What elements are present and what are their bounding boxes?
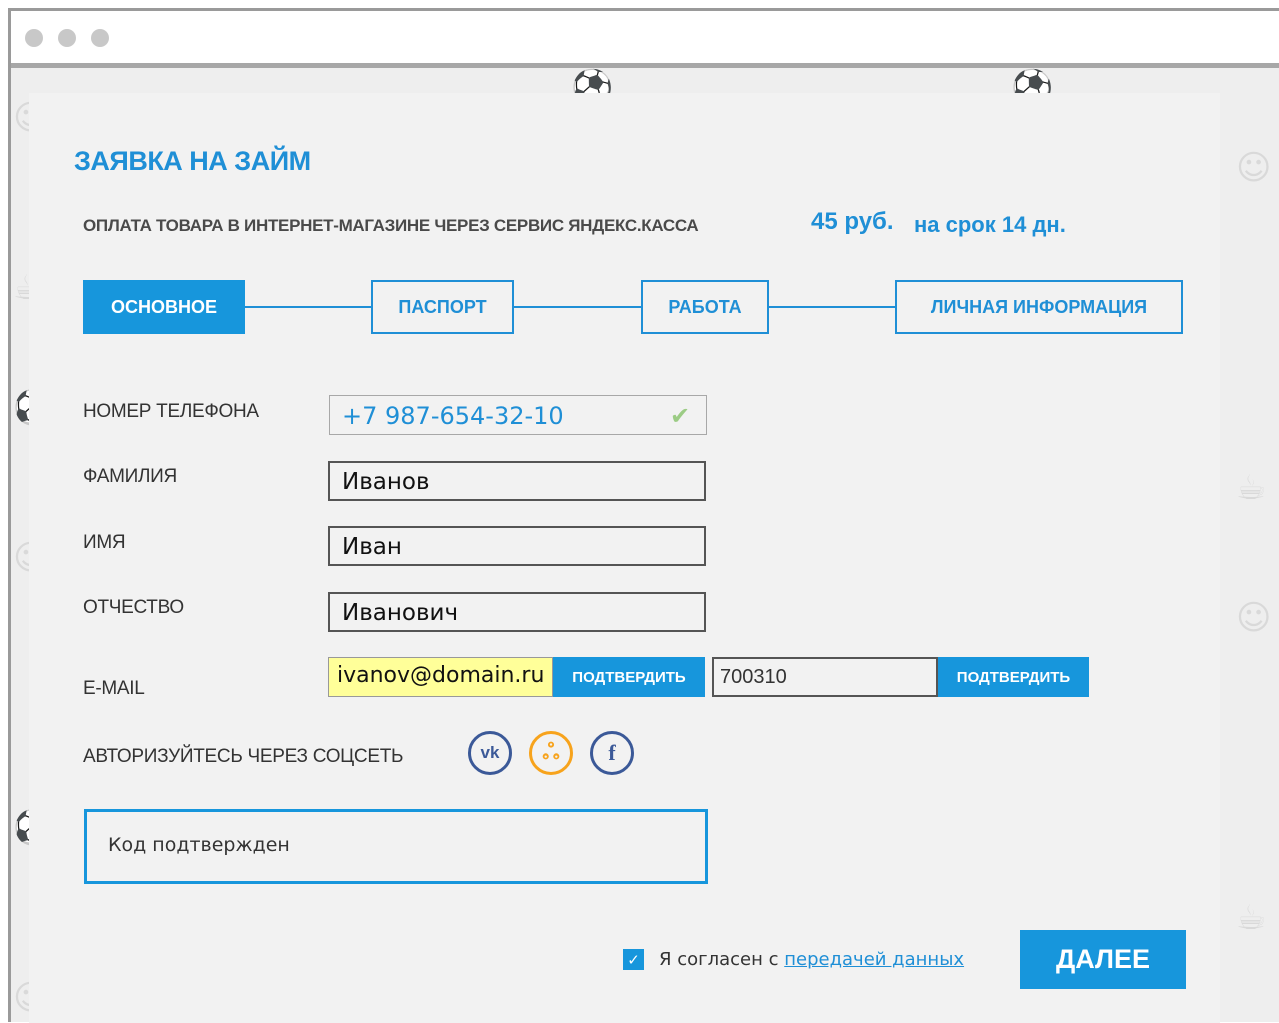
vk-icon[interactable]: vk bbox=[468, 731, 512, 775]
form-subtitle: ОПЛАТА ТОВАРА В ИНТЕРНЕТ-МАГАЗИНЕ ЧЕРЕЗ … bbox=[83, 216, 699, 235]
agree-checkbox[interactable]: ✓ bbox=[623, 949, 644, 970]
step-work[interactable]: РАБОТА bbox=[641, 280, 769, 334]
step-connector bbox=[244, 306, 372, 308]
title-bar bbox=[11, 11, 1279, 68]
agree-label: Я согласен с bbox=[659, 949, 779, 970]
lastname-input[interactable]: Иванов bbox=[328, 461, 706, 501]
code-input[interactable]: 700310 bbox=[712, 657, 938, 697]
confirm-code-button[interactable]: ПОДТВЕРДИТЬ bbox=[938, 657, 1089, 697]
patronymic-input[interactable]: Иванович bbox=[328, 592, 706, 632]
next-button[interactable]: ДАЛЕЕ bbox=[1020, 930, 1186, 989]
patronymic-label: ОТЧЕСТВО bbox=[83, 597, 184, 618]
phone-input[interactable]: +7 987-654-32-10 bbox=[329, 395, 707, 435]
confirm-email-button[interactable]: ПОДТВЕРДИТЬ bbox=[553, 657, 705, 697]
window-dot-icon[interactable] bbox=[58, 29, 76, 47]
window-dot-icon[interactable] bbox=[25, 29, 43, 47]
check-icon: ✔ bbox=[670, 402, 691, 430]
firstname-input[interactable]: Иван bbox=[328, 526, 706, 566]
step-connector bbox=[768, 306, 896, 308]
step-connector bbox=[513, 306, 642, 308]
phone-label: НОМЕР ТЕЛЕФОНА bbox=[83, 401, 259, 422]
step-basic[interactable]: ОСНОВНОЕ bbox=[83, 280, 245, 334]
status-message: Код подтвержден bbox=[108, 834, 290, 856]
email-input[interactable]: ivanov@domain.ru bbox=[328, 657, 553, 697]
window-dot-icon[interactable] bbox=[91, 29, 109, 47]
data-transfer-link[interactable]: передачей данных bbox=[784, 949, 964, 970]
step-personal-info[interactable]: ЛИЧНАЯ ИНФОРМАЦИЯ bbox=[895, 280, 1183, 334]
step-passport[interactable]: ПАСПОРТ bbox=[371, 280, 514, 334]
firstname-label: ИМЯ bbox=[83, 532, 126, 553]
loan-amount: 45 руб. bbox=[811, 208, 894, 235]
page-title: ЗАЯВКА НА ЗАЙМ bbox=[74, 146, 311, 176]
social-label: АВТОРИЗУЙТЕСЬ ЧЕРЕЗ СОЦСЕТЬ bbox=[83, 746, 404, 767]
facebook-icon[interactable]: f bbox=[590, 731, 634, 775]
agree-text: Я согласен с передачей данных bbox=[659, 949, 964, 970]
loan-term: на срок 14 дн. bbox=[914, 212, 1066, 237]
email-label: E-MAIL bbox=[83, 678, 145, 699]
odnoklassniki-icon[interactable]: ஃ bbox=[529, 731, 573, 775]
lastname-label: ФАМИЛИЯ bbox=[83, 466, 177, 487]
